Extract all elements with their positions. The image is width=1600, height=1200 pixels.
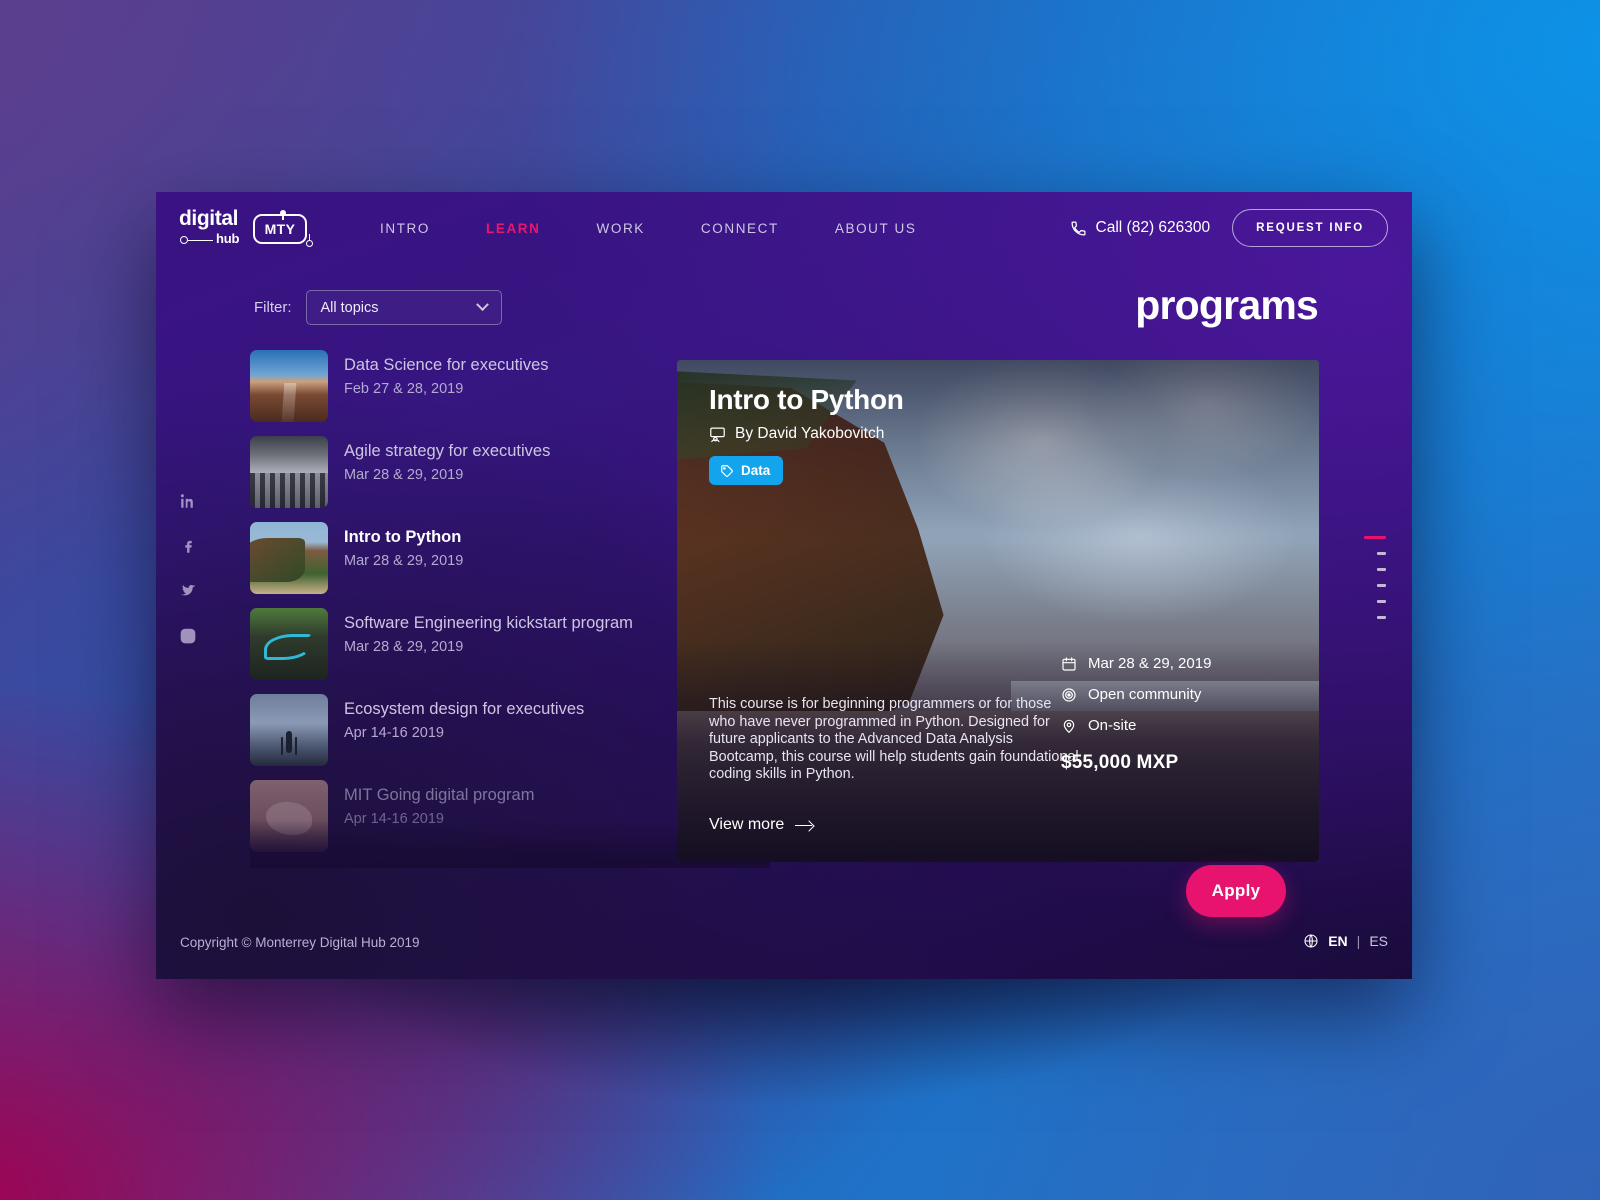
card-header: Intro to Python By David Yakobovitch Dat… [709, 384, 904, 485]
twitter-icon[interactable] [179, 582, 197, 600]
chevron-down-icon [475, 298, 489, 312]
program-date: Apr 14-16 2019 [344, 811, 444, 827]
header-actions: Call (82) 626300 REQUEST INFO [1070, 192, 1388, 264]
filter-label: Filter: [254, 299, 292, 316]
pagination-dot-4[interactable] [1377, 584, 1386, 587]
card-author-label: By David Yakobovitch [735, 425, 885, 442]
card-topic-tag[interactable]: Data [709, 456, 784, 485]
apply-button[interactable]: Apply [1186, 865, 1286, 917]
topic-filter-select[interactable]: All topics [305, 290, 502, 325]
call-link[interactable]: Call (82) 626300 [1070, 219, 1211, 237]
logo-circuit-dot-icon [180, 236, 188, 244]
site-footer: Copyright © Monterrey Digital Hub 2019 E… [156, 915, 1412, 979]
featured-program-card[interactable]: Intro to Python By David Yakobovitch Dat… [677, 360, 1319, 862]
lang-es[interactable]: ES [1369, 933, 1388, 949]
program-date: Feb 27 & 28, 2019 [344, 381, 464, 397]
instagram-icon[interactable] [179, 627, 197, 645]
card-description: This course is for beginning programmers… [709, 696, 1079, 783]
card-meta-mode-label: On-site [1088, 717, 1137, 734]
tag-label: Data [741, 463, 771, 478]
nav-item-about-us[interactable]: ABOUT US [807, 221, 945, 236]
phone-icon [1070, 220, 1087, 237]
program-date: Mar 28 & 29, 2019 [344, 467, 464, 483]
view-more-label: View more [709, 816, 785, 833]
program-title: MIT Going digital program [344, 786, 535, 804]
call-label: Call (82) 626300 [1095, 219, 1211, 236]
program-thumbnail [250, 694, 328, 766]
nav-item-intro[interactable]: INTRO [352, 221, 458, 236]
calendar-icon [1061, 656, 1077, 672]
card-meta-date-label: Mar 28 & 29, 2019 [1088, 655, 1212, 672]
pagination-dot-5[interactable] [1377, 600, 1386, 603]
nav-item-learn[interactable]: LEARN [458, 221, 569, 236]
program-date: Mar 28 & 29, 2019 [344, 553, 464, 569]
copyright: Copyright © Monterrey Digital Hub 2019 [180, 935, 420, 950]
lang-en[interactable]: EN [1328, 933, 1347, 949]
card-meta: Mar 28 & 29, 2019 Open community On-site [1061, 655, 1291, 774]
topic-filter-value: All topics [320, 299, 379, 316]
arrow-right-icon [795, 820, 813, 830]
linkedin-icon[interactable] [179, 492, 197, 510]
pagination-dot-1[interactable] [1364, 536, 1386, 539]
request-info-button[interactable]: REQUEST INFO [1232, 209, 1388, 247]
lang-separator: | [1356, 933, 1361, 949]
logo-word: digital [179, 207, 239, 230]
program-title: Data Science for executives [344, 356, 549, 374]
program-thumbnail [250, 436, 328, 508]
globe-icon [1303, 933, 1319, 949]
program-title: Intro to Python [344, 528, 462, 546]
carousel-pagination [1364, 536, 1386, 619]
program-thumbnail [250, 522, 328, 594]
card-meta-mode: On-site [1061, 717, 1291, 734]
card-price: $55,000 MXP [1061, 752, 1179, 773]
logo-sub: hub [216, 231, 240, 246]
tag-icon [720, 464, 734, 478]
card-title: Intro to Python [709, 384, 904, 415]
pagination-dot-3[interactable] [1377, 568, 1386, 571]
program-thumbnail [250, 350, 328, 422]
social-rail [179, 492, 197, 645]
nav-item-work[interactable]: WORK [569, 221, 673, 236]
filter-row: Filter: All topics [254, 290, 502, 325]
site-header: digital hub MTY INTRO LEARN WORK CONNECT… [156, 192, 1412, 264]
card-body: This course is for beginning programmers… [709, 696, 1079, 834]
page-title: programs [1135, 282, 1319, 328]
logo[interactable]: digital hub MTY [179, 206, 315, 250]
card-meta-date: Mar 28 & 29, 2019 [1061, 655, 1291, 672]
card-author: By David Yakobovitch [709, 425, 904, 443]
card-meta-audience-label: Open community [1088, 686, 1202, 703]
view-more-link[interactable]: View more [709, 816, 813, 834]
logo-circuit-line-icon [188, 239, 213, 242]
program-title: Agile strategy for executives [344, 442, 551, 460]
logo-badge: MTY [253, 214, 307, 244]
logo-pin-bottom-icon [306, 240, 313, 247]
program-date: Apr 14-16 2019 [344, 725, 444, 741]
speaker-icon [709, 426, 726, 443]
nav-item-connect[interactable]: CONNECT [673, 221, 807, 236]
pagination-dot-2[interactable] [1377, 552, 1386, 555]
main-nav: INTRO LEARN WORK CONNECT ABOUT US [352, 192, 944, 264]
browser-window: digital hub MTY INTRO LEARN WORK CONNECT… [156, 192, 1412, 979]
program-title: Ecosystem design for executives [344, 700, 585, 718]
program-date: Mar 28 & 29, 2019 [344, 639, 464, 655]
card-meta-audience: Open community [1061, 686, 1291, 703]
location-pin-icon [1061, 718, 1077, 734]
program-title: Software Engineering kickstart program [344, 614, 633, 632]
pagination-dot-6[interactable] [1377, 616, 1386, 619]
target-icon [1061, 687, 1077, 703]
program-thumbnail [250, 780, 328, 852]
language-switcher: EN | ES [1303, 933, 1388, 949]
facebook-icon[interactable] [179, 537, 197, 555]
program-thumbnail [250, 608, 328, 680]
